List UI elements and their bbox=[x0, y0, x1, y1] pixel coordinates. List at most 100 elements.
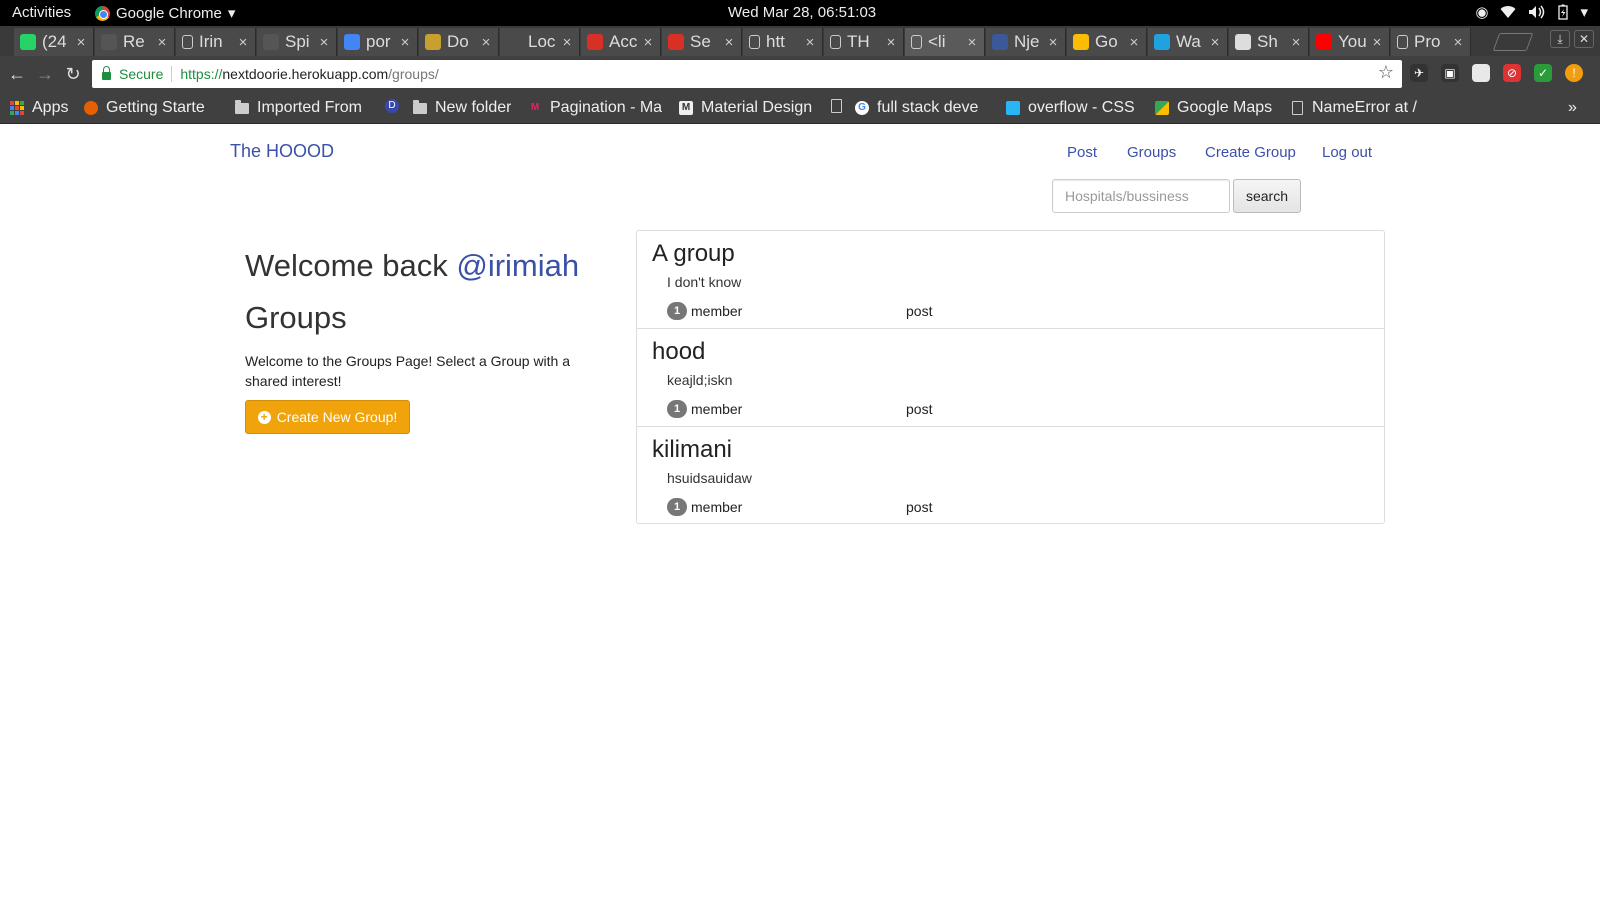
tab-title: Wa bbox=[1176, 32, 1201, 51]
close-tab-icon[interactable]: × bbox=[1207, 34, 1223, 51]
bookmark-overflow-css[interactable]: overflow - CSS bbox=[1006, 99, 1141, 117]
close-tab-icon[interactable]: × bbox=[802, 34, 818, 51]
bookmark-new-folder[interactable]: New folder bbox=[413, 99, 511, 117]
browser-tab[interactable]: Irin × bbox=[176, 28, 256, 56]
browser-tab[interactable]: htt × bbox=[743, 28, 823, 56]
search-button[interactable]: search bbox=[1233, 179, 1301, 213]
username: @irimiah bbox=[456, 248, 580, 283]
minimize-icon[interactable]: ⤓ bbox=[1550, 30, 1570, 48]
back-arrow-icon[interactable]: ← bbox=[6, 63, 28, 85]
browser-tab[interactable]: Acc × bbox=[581, 28, 661, 56]
browser-tab[interactable]: You × bbox=[1310, 28, 1390, 56]
bookmark-star-icon[interactable]: ☆ bbox=[1378, 62, 1394, 83]
close-tab-icon[interactable]: × bbox=[316, 34, 332, 51]
reload-icon[interactable]: ↻ bbox=[62, 63, 84, 85]
activities-button[interactable]: Activities bbox=[12, 4, 71, 21]
group-item[interactable]: kilimani hsuidsauidaw 1 member post bbox=[637, 427, 1384, 523]
member-label: member bbox=[691, 401, 743, 417]
browser-tab[interactable]: Nje × bbox=[986, 28, 1066, 56]
bookmark-d[interactable]: D bbox=[385, 99, 407, 113]
bookmark-full-stack[interactable]: G full stack deve bbox=[855, 99, 993, 117]
browser-tab[interactable]: Se × bbox=[662, 28, 742, 56]
browser-tab[interactable]: <li × bbox=[905, 28, 985, 56]
close-tab-icon[interactable]: × bbox=[73, 34, 89, 51]
close-tab-icon[interactable]: × bbox=[559, 34, 575, 51]
plus-circle-icon: + bbox=[257, 410, 271, 424]
close-tab-icon[interactable]: × bbox=[721, 34, 737, 51]
bookmark-apps[interactable]: Apps bbox=[10, 99, 68, 117]
bookmark-page[interactable] bbox=[831, 99, 851, 113]
clock[interactable]: Wed Mar 28, 06:51:03 bbox=[728, 4, 876, 21]
group-name[interactable]: kilimani bbox=[652, 436, 732, 464]
bookmark-getting-started[interactable]: Getting Starte bbox=[84, 99, 219, 117]
bookmark-material-design[interactable]: M Material Design bbox=[679, 99, 814, 117]
nav-groups[interactable]: Groups bbox=[1127, 144, 1176, 161]
system-tray[interactable]: ◉ ▾ bbox=[1475, 3, 1588, 21]
extension-icon[interactable] bbox=[1472, 64, 1490, 82]
shield-icon bbox=[425, 34, 441, 50]
tab-title: Irin bbox=[199, 32, 223, 51]
nav-post[interactable]: Post bbox=[1067, 144, 1097, 161]
new-tab-button[interactable] bbox=[1492, 33, 1534, 51]
close-tab-icon[interactable]: × bbox=[154, 34, 170, 51]
welcome-heading: Welcome back @irimiah bbox=[245, 248, 579, 284]
close-tab-icon[interactable]: × bbox=[883, 34, 899, 51]
close-tab-icon[interactable]: × bbox=[1369, 34, 1385, 51]
browser-tab[interactable]: Sh × bbox=[1229, 28, 1309, 56]
nav-create-group[interactable]: Create Group bbox=[1205, 144, 1296, 161]
material-icon: M bbox=[679, 101, 693, 115]
browser-tab[interactable]: TH × bbox=[824, 28, 904, 56]
bookmarks-overflow-chevron[interactable]: » bbox=[1568, 99, 1577, 117]
wifi-icon bbox=[1500, 6, 1516, 19]
tab-title: por bbox=[366, 32, 391, 51]
site-brand[interactable]: The HOOOD bbox=[230, 141, 334, 162]
extension-icon[interactable]: ✈ bbox=[1410, 64, 1428, 82]
close-tab-icon[interactable]: × bbox=[397, 34, 413, 51]
block-icon[interactable]: ⊘ bbox=[1503, 64, 1521, 82]
play-icon bbox=[1154, 34, 1170, 50]
browser-tab[interactable]: Do × bbox=[419, 28, 499, 56]
browser-tab[interactable]: Loc × bbox=[500, 28, 580, 56]
create-new-group-button[interactable]: + Create New Group! bbox=[245, 400, 410, 434]
group-name[interactable]: A group bbox=[652, 240, 735, 268]
group-item[interactable]: A group I don't know 1 member post bbox=[637, 231, 1384, 329]
close-tab-icon[interactable]: × bbox=[1045, 34, 1061, 51]
bookmark-google-maps[interactable]: Google Maps bbox=[1155, 99, 1272, 117]
nav-log-out[interactable]: Log out bbox=[1322, 144, 1372, 161]
close-tab-icon[interactable]: × bbox=[235, 34, 251, 51]
browser-tab[interactable]: Spi × bbox=[257, 28, 337, 56]
close-tab-icon[interactable]: × bbox=[1450, 34, 1466, 51]
member-count-badge: 1 bbox=[667, 302, 687, 320]
bookmark-label: New folder bbox=[435, 99, 512, 116]
close-tab-icon[interactable]: × bbox=[1126, 34, 1142, 51]
close-tab-icon[interactable]: × bbox=[478, 34, 494, 51]
bookmarks-bar: Apps Getting Starte Imported From D New … bbox=[0, 92, 1600, 124]
browser-tab[interactable]: (24 × bbox=[14, 28, 94, 56]
bookmark-imported-from[interactable]: Imported From bbox=[235, 99, 370, 117]
group-item[interactable]: hood keajld;iskn 1 member post bbox=[637, 329, 1384, 427]
forward-arrow-icon[interactable]: → bbox=[34, 63, 56, 85]
browser-tab[interactable]: Pro × bbox=[1391, 28, 1471, 56]
app-menu[interactable]: Google Chrome ▾ bbox=[95, 4, 235, 22]
search-input[interactable] bbox=[1052, 179, 1230, 213]
close-tab-icon[interactable]: × bbox=[640, 34, 656, 51]
tab-title: Acc bbox=[609, 32, 638, 51]
bookmark-pagination[interactable]: M Pagination - Ma bbox=[528, 99, 663, 117]
tab-title: Go bbox=[1095, 32, 1118, 51]
tab-title: Spi bbox=[285, 32, 310, 51]
close-window-icon[interactable]: ✕ bbox=[1574, 30, 1594, 48]
browser-tab[interactable]: Wa × bbox=[1148, 28, 1228, 56]
close-tab-icon[interactable]: × bbox=[964, 34, 980, 51]
bookmark-nameerror[interactable]: NameError at / bbox=[1292, 99, 1417, 117]
browser-tab[interactable]: por × bbox=[338, 28, 418, 56]
alert-icon[interactable]: ! bbox=[1565, 64, 1583, 82]
browser-tab[interactable]: Re × bbox=[95, 28, 175, 56]
shield-icon[interactable]: ✓ bbox=[1534, 64, 1552, 82]
close-tab-icon[interactable]: × bbox=[1288, 34, 1304, 51]
page-icon bbox=[830, 35, 841, 49]
cube-icon[interactable]: ▣ bbox=[1441, 64, 1459, 82]
group-name[interactable]: hood bbox=[652, 338, 705, 366]
overflow-icon bbox=[1006, 101, 1020, 115]
address-bar[interactable]: Secure https:// nextdoorie.herokuapp.com… bbox=[92, 60, 1402, 88]
browser-tab[interactable]: Go × bbox=[1067, 28, 1147, 56]
